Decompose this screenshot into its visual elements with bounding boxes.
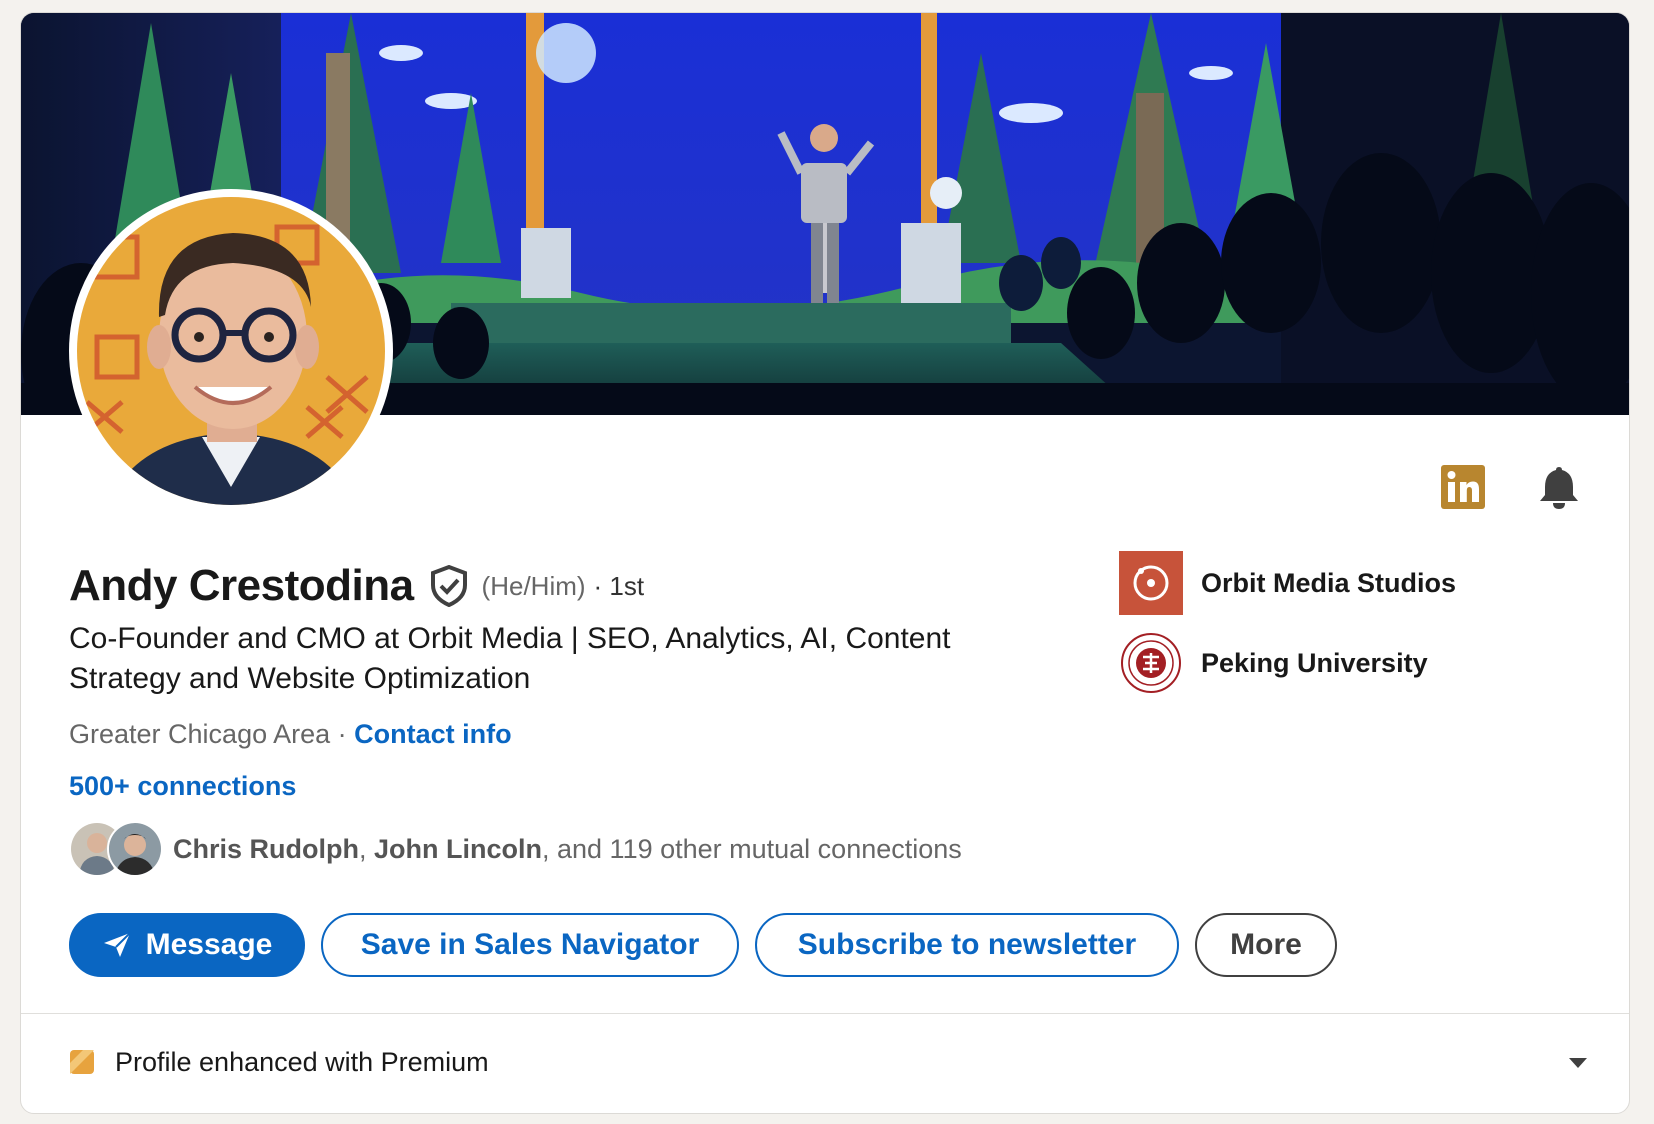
avatar bbox=[109, 823, 161, 875]
profile-location: Greater Chicago Area bbox=[69, 719, 331, 749]
premium-label: Profile enhanced with Premium bbox=[115, 1046, 489, 1077]
message-button[interactable]: Message bbox=[69, 913, 305, 977]
subscribe-newsletter-button[interactable]: Subscribe to newsletter bbox=[755, 913, 1179, 977]
mutual-avatar-2 bbox=[107, 821, 163, 877]
message-button-label: Message bbox=[145, 928, 273, 961]
org-education[interactable]: Peking University bbox=[1119, 631, 1428, 695]
mutual-avatars bbox=[69, 821, 165, 877]
profile-photo-image bbox=[77, 197, 385, 505]
more-button[interactable]: More bbox=[1195, 913, 1337, 977]
profile-photo[interactable] bbox=[69, 189, 393, 513]
mutual-connections-row[interactable]: Chris Rudolph, John Lincoln, and 119 oth… bbox=[69, 821, 962, 877]
connections-link[interactable]: 500+ connections bbox=[69, 771, 296, 802]
bell-icon bbox=[1540, 467, 1578, 509]
verified-shield-icon[interactable] bbox=[430, 565, 468, 607]
mutual-name-1: Chris Rudolph bbox=[173, 833, 359, 864]
premium-enhanced-row[interactable]: Profile enhanced with Premium bbox=[69, 1031, 1599, 1093]
section-divider bbox=[21, 1013, 1629, 1014]
orbit-media-logo-icon bbox=[1119, 551, 1183, 615]
profile-card: Andy Crestodina (He/Him) · 1st Co-Founde… bbox=[20, 12, 1630, 1114]
profile-name: Andy Crestodina bbox=[69, 561, 414, 610]
chevron-down-icon[interactable] bbox=[1565, 1049, 1591, 1075]
profile-headline: Co-Founder and CMO at Orbit Media | SEO,… bbox=[69, 622, 951, 695]
mutual-name-2: John Lincoln bbox=[374, 833, 542, 864]
save-sales-navigator-button[interactable]: Save in Sales Navigator bbox=[321, 913, 739, 977]
contact-info-link[interactable]: Contact info bbox=[354, 719, 511, 749]
profile-actions: Message Save in Sales Navigator Subscrib… bbox=[69, 913, 1337, 977]
linkedin-logo-icon bbox=[1441, 465, 1485, 509]
location-row: Greater Chicago Area · Contact info bbox=[69, 719, 512, 750]
org-current-company[interactable]: Orbit Media Studios bbox=[1119, 551, 1456, 615]
mutual-connections-text: Chris Rudolph, John Lincoln, and 119 oth… bbox=[173, 834, 962, 865]
org-name-orbit: Orbit Media Studios bbox=[1201, 567, 1457, 598]
org-name-peking: Peking University bbox=[1201, 647, 1428, 678]
name-row: Andy Crestodina (He/Him) · 1st bbox=[69, 561, 644, 611]
profile-pronouns: (He/Him) bbox=[481, 570, 586, 601]
paper-plane-icon bbox=[103, 932, 131, 957]
location-separator: · bbox=[330, 719, 355, 749]
peking-university-seal-icon bbox=[1121, 633, 1181, 693]
premium-badge-icon bbox=[70, 1050, 94, 1074]
mutual-rest: , and 119 other mutual connections bbox=[542, 833, 962, 864]
mutual-separator: , bbox=[358, 833, 374, 864]
notification-bell-button[interactable] bbox=[1535, 463, 1583, 511]
linkedin-premium-icon[interactable] bbox=[1441, 465, 1485, 509]
connection-degree: · 1st bbox=[593, 570, 645, 601]
